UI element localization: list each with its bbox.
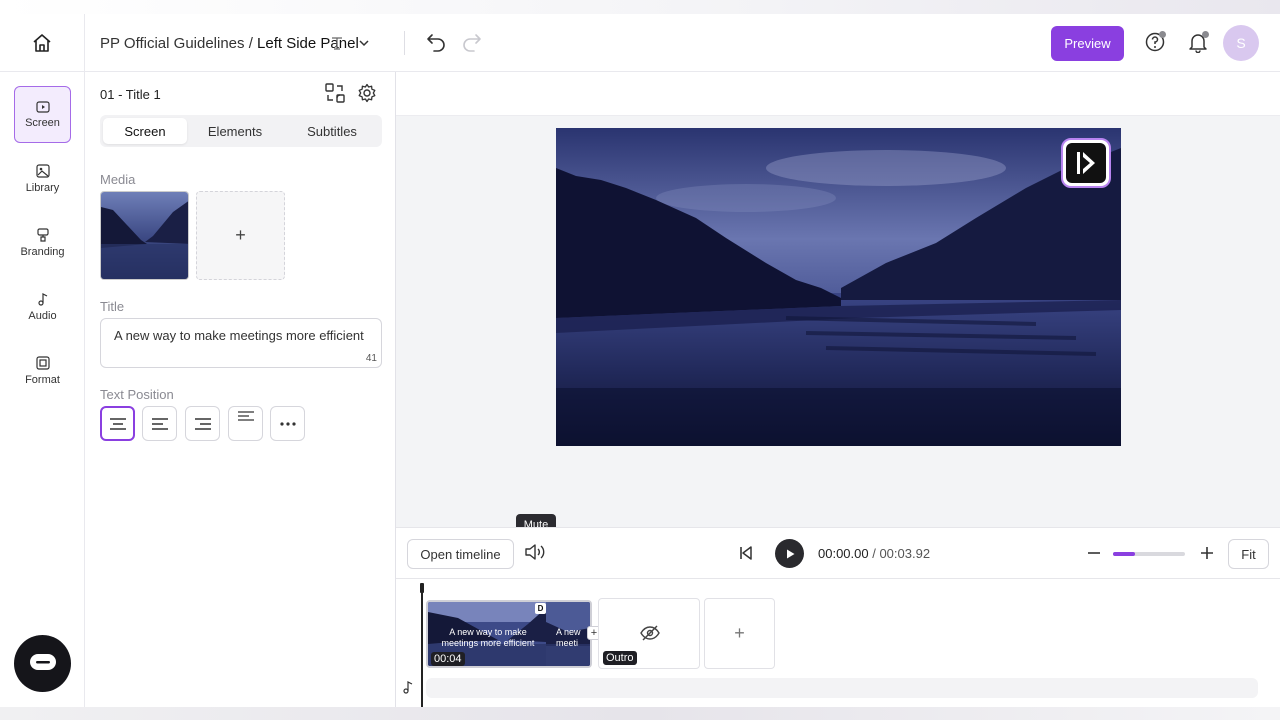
- notification-dot: [1202, 31, 1209, 38]
- text-position-label: Text Position: [100, 387, 174, 402]
- play-button[interactable]: [775, 539, 804, 568]
- left-rail: Screen Library Branding Audio Format: [0, 72, 85, 720]
- panel-tabs: Screen Elements Subtitles: [100, 115, 382, 147]
- tab-screen[interactable]: Screen: [103, 118, 187, 144]
- timeline-clip-title[interactable]: D A new way to make meetings more effici…: [426, 600, 592, 668]
- rail-item-label: Audio: [28, 309, 57, 322]
- clip-title-text: A new way to make meetings more efficien…: [441, 627, 535, 648]
- current-time: 00:00.00: [818, 546, 869, 561]
- zoom-out-icon[interactable]: [1086, 543, 1102, 563]
- time-separator: /: [868, 546, 880, 561]
- add-media-button[interactable]: +: [196, 191, 285, 280]
- chat-icon: [29, 653, 56, 670]
- undo-icon[interactable]: [425, 31, 447, 53]
- text-position-left[interactable]: [142, 406, 177, 441]
- canvas-toolbar: [396, 72, 1280, 116]
- home-icon: [33, 34, 51, 52]
- lake-thumbnail-image: [101, 192, 188, 279]
- add-scene-button[interactable]: +: [704, 598, 775, 669]
- canvas-area: [396, 72, 1280, 527]
- notifications-button[interactable]: [1187, 31, 1209, 58]
- zoom-slider-fill: [1113, 552, 1135, 556]
- align-top-left-icon: [237, 411, 254, 421]
- avatar[interactable]: S: [1223, 25, 1259, 61]
- music-note-icon: [403, 681, 413, 694]
- gear-icon[interactable]: [357, 83, 377, 103]
- music-note-icon: [37, 292, 47, 306]
- timeline: D A new way to make meetings more effici…: [396, 579, 1280, 707]
- text-position-more[interactable]: [270, 406, 305, 441]
- rail-item-audio[interactable]: Audio: [14, 278, 71, 335]
- swap-layout-icon[interactable]: [325, 83, 345, 103]
- zoom-slider[interactable]: [1113, 552, 1185, 556]
- title-label: Title: [100, 299, 125, 314]
- more-icon: [279, 421, 296, 426]
- audio-track[interactable]: [426, 678, 1258, 698]
- video-preview[interactable]: [556, 128, 1121, 446]
- help-notification-dot: [1159, 31, 1166, 38]
- rail-item-label: Branding: [20, 245, 65, 258]
- timeline-clip-outro[interactable]: Outro: [598, 598, 700, 669]
- chevron-down-icon[interactable]: [357, 36, 371, 50]
- text-position-center[interactable]: [100, 406, 135, 441]
- screen-icon: [35, 100, 50, 113]
- format-icon: [35, 355, 50, 370]
- clip-logo-badge: D: [535, 603, 546, 614]
- title-input-value: A new way to make meetings more efficien…: [114, 328, 364, 343]
- side-panel: 01 - Title 1 Screen Elements Subtitles M…: [85, 72, 396, 720]
- play-icon: [786, 549, 794, 558]
- media-label: Media: [100, 172, 136, 187]
- breadcrumb: PP Official Guidelines / Left Side Panel: [100, 35, 359, 52]
- fit-button[interactable]: Fit: [1228, 539, 1269, 569]
- brand-logo[interactable]: [1061, 138, 1111, 188]
- preview-button[interactable]: Preview: [1051, 26, 1124, 61]
- media-thumbnail[interactable]: [100, 191, 189, 280]
- bottom-stripe: [0, 707, 1280, 720]
- rail-item-label: Screen: [25, 116, 60, 129]
- volume-icon[interactable]: [524, 542, 546, 562]
- title-input[interactable]: A new way to make meetings more efficien…: [100, 318, 382, 368]
- chat-support-button[interactable]: [14, 635, 71, 692]
- eye-off-icon: [640, 625, 660, 641]
- align-right-icon: [194, 417, 211, 430]
- redo-icon[interactable]: [461, 31, 483, 53]
- rail-item-label: Format: [25, 373, 60, 386]
- top-stripe: [0, 0, 1280, 14]
- text-position-right[interactable]: [185, 406, 220, 441]
- open-timeline-button[interactable]: Open timeline: [407, 539, 514, 569]
- lake-scene-image: [556, 128, 1121, 446]
- text-position-top-left[interactable]: [228, 406, 263, 441]
- clip-duration: 00:04: [431, 652, 465, 666]
- breadcrumb-parent[interactable]: PP Official Guidelines /: [100, 35, 257, 52]
- align-left-icon: [151, 417, 168, 430]
- outro-label: Outro: [603, 651, 637, 665]
- tab-subtitles[interactable]: Subtitles: [286, 118, 378, 144]
- rail-item-branding[interactable]: Branding: [14, 214, 71, 271]
- scene-title: 01 - Title 1: [100, 87, 161, 102]
- rail-item-library[interactable]: Library: [14, 150, 71, 207]
- rail-item-screen[interactable]: Screen: [14, 86, 71, 143]
- total-time: 00:03.92: [879, 546, 931, 561]
- branding-icon: [36, 227, 49, 242]
- rename-icon[interactable]: [331, 36, 343, 50]
- divider: [404, 31, 405, 55]
- help-button[interactable]: [1144, 31, 1166, 58]
- zoom-in-icon[interactable]: [1199, 543, 1215, 563]
- align-center-icon: [109, 417, 126, 430]
- top-bar: PP Official Guidelines / Left Side Panel…: [0, 0, 1280, 72]
- time-readout: 00:00.00 / 00:03.92: [818, 546, 930, 561]
- playback-controls: Open timeline 00:00.00 / 00:03.92 Fit: [396, 527, 1280, 579]
- playhead[interactable]: [421, 584, 423, 707]
- rail-item-format[interactable]: Format: [14, 342, 71, 399]
- breadcrumb-current[interactable]: Left Side Panel: [257, 35, 359, 52]
- skip-to-start-icon[interactable]: [737, 544, 755, 562]
- rail-item-label: Library: [25, 181, 60, 194]
- logo-icon: [1066, 143, 1106, 183]
- home-button[interactable]: [0, 14, 85, 72]
- library-icon: [35, 163, 50, 178]
- tab-elements[interactable]: Elements: [192, 118, 278, 144]
- char-count: 41: [365, 353, 377, 364]
